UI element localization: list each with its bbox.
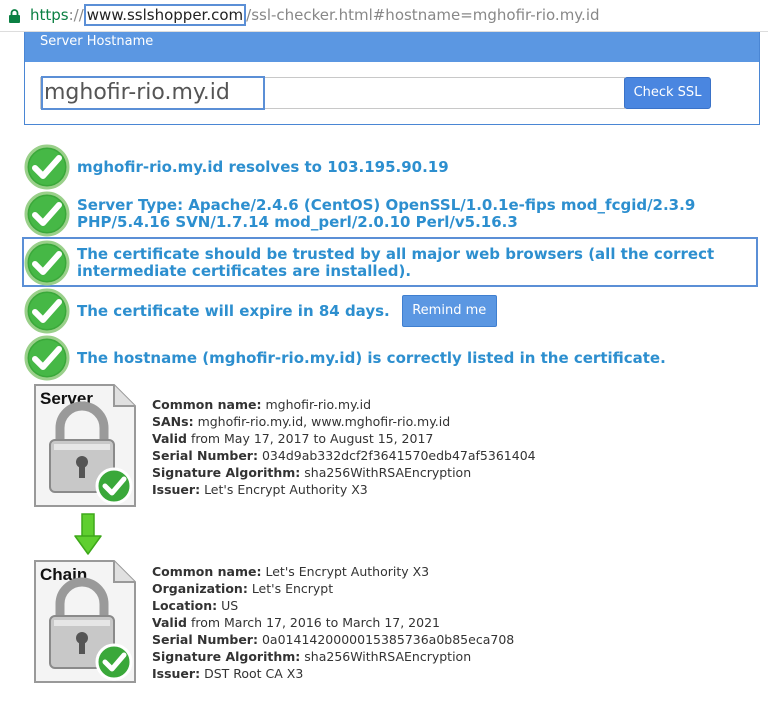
field-label: Serial Number: (152, 448, 258, 463)
server-certificate-icon: Server (34, 384, 136, 507)
result-text: The certificate will expire in 84 days. (77, 301, 390, 320)
check-icon (24, 144, 70, 190)
field-label: SANs: (152, 414, 194, 429)
field-value: sha256WithRSAEncryption (304, 465, 472, 480)
url-path: /ssl-checker.html#hostname=mghofir-rio.m… (246, 6, 600, 24)
chain-down-arrow-icon (74, 513, 102, 555)
field-value: 034d9ab332dcf2f3641570edb47af5361404 (261, 448, 536, 463)
field-label: Signature Algorithm: (152, 649, 301, 664)
result-row-hostname: The hostname (mghofir-rio.my.id) is corr… (24, 335, 666, 381)
cert-field-row: Common name: Let's Encrypt Authority X3 (152, 563, 514, 580)
cert-field-row: Valid from May 17, 2017 to August 15, 20… (152, 430, 536, 447)
field-label: Organization: (152, 581, 248, 596)
cert-field-row: Location: US (152, 597, 514, 614)
field-value: mghofir-rio.my.id (265, 397, 372, 412)
chain-certificate-icon: Chain (34, 560, 136, 683)
result-text: Server Type: Apache/2.4.6 (CentOS) OpenS… (77, 196, 696, 231)
result-row-server-type: Server Type: Apache/2.4.6 (CentOS) OpenS… (24, 191, 737, 237)
field-value: from May 17, 2017 to August 15, 2017 (190, 431, 434, 446)
cert-field-row: Signature Algorithm: sha256WithRSAEncryp… (152, 648, 514, 665)
result-row-resolves: mghofir-rio.my.id resolves to 103.195.90… (24, 144, 449, 190)
field-label: Issuer: (152, 666, 201, 681)
cert-field-row: Valid from March 17, 2016 to March 17, 2… (152, 614, 514, 631)
cert-field-row: Common name: mghofir-rio.my.id (152, 396, 536, 413)
url-text[interactable]: https://www.sslshopper.com/ssl-checker.h… (30, 4, 600, 26)
server-cert-details: Common name: mghofir-rio.my.id SANs: mgh… (152, 396, 536, 498)
secure-lock-icon (9, 9, 20, 23)
cert-field-row: Organization: Let's Encrypt (152, 580, 514, 597)
url-separator: :// (68, 6, 84, 24)
cert-field-row: Issuer: DST Root CA X3 (152, 665, 514, 682)
field-label: Issuer: (152, 482, 201, 497)
browser-address-bar[interactable]: https://www.sslshopper.com/ssl-checker.h… (0, 0, 768, 32)
field-value: mghofir-rio.my.id, www.mghofir-rio.my.id (197, 414, 451, 429)
check-icon (24, 335, 70, 381)
field-value: US (221, 598, 239, 613)
result-text: The hostname (mghofir-rio.my.id) is corr… (77, 348, 666, 367)
field-value: DST Root CA X3 (204, 666, 304, 681)
check-ssl-button[interactable]: Check SSL (624, 77, 711, 109)
field-label: Common name: (152, 564, 262, 579)
check-icon (24, 240, 70, 286)
field-value: 0a0141420000015385736a0b85eca708 (261, 632, 515, 647)
field-value: Let's Encrypt Authority X3 (204, 482, 368, 497)
check-icon (24, 191, 70, 237)
hostname-form-panel: Server Hostname mghofir-rio.my.id Check … (24, 32, 760, 125)
result-text: The certificate should be trusted by all… (77, 245, 715, 280)
field-label: Common name: (152, 397, 262, 412)
chain-cert-details: Common name: Let's Encrypt Authority X3 … (152, 563, 514, 682)
url-scheme: https (30, 6, 69, 24)
result-text: mghofir-rio.my.id resolves to 103.195.90… (77, 157, 449, 176)
cert-field-row: Serial Number: 034d9ab332dcf2f3641570edb… (152, 447, 536, 464)
hostname-input[interactable]: mghofir-rio.my.id (40, 76, 625, 110)
result-row-trusted: The certificate should be trusted by all… (24, 240, 759, 286)
field-value: sha256WithRSAEncryption (304, 649, 472, 664)
remind-me-button[interactable]: Remind me (401, 295, 497, 327)
field-value: Let's Encrypt Authority X3 (265, 564, 430, 579)
result-row-expiry: The certificate will expire in 84 days. … (24, 288, 497, 334)
field-value: Let's Encrypt (251, 581, 334, 596)
cert-field-row: Issuer: Let's Encrypt Authority X3 (152, 481, 536, 498)
field-label: Location: (152, 598, 218, 613)
hostname-input-value[interactable]: mghofir-rio.my.id (41, 76, 265, 110)
panel-title: Server Hostname (25, 32, 759, 62)
field-value: from March 17, 2016 to March 17, 2021 (190, 615, 440, 630)
cert-field-row: Signature Algorithm: sha256WithRSAEncryp… (152, 464, 536, 481)
field-label: Valid (152, 615, 187, 630)
url-host: www.sslshopper.com (83, 4, 247, 26)
cert-field-row: SANs: mghofir-rio.my.id, www.mghofir-rio… (152, 413, 536, 430)
field-label: Serial Number: (152, 632, 258, 647)
field-label: Signature Algorithm: (152, 465, 301, 480)
check-icon (24, 288, 70, 334)
cert-field-row: Serial Number: 0a0141420000015385736a0b8… (152, 631, 514, 648)
field-label: Valid (152, 431, 187, 446)
